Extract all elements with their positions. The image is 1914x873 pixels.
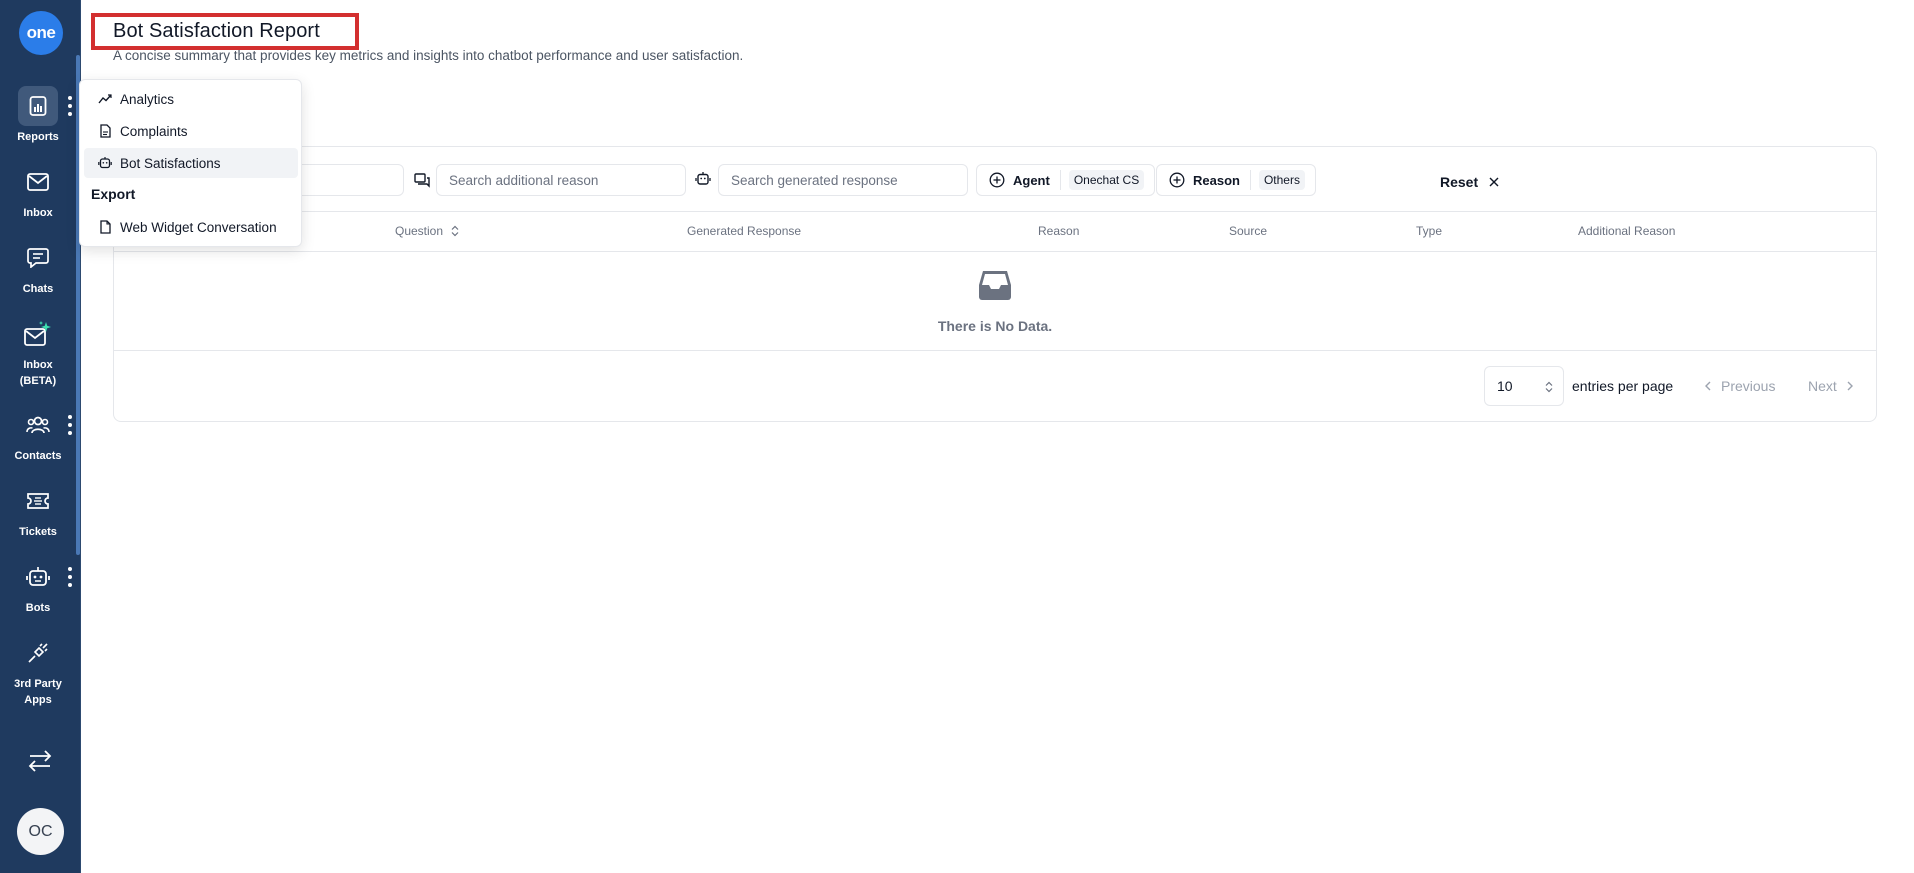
menu-item-label: Bot Satisfactions xyxy=(120,155,221,171)
sidebar-item-label: Inbox (BETA) xyxy=(19,359,57,387)
report-card: Agent Onechat CS Reason Others Reset Que… xyxy=(113,146,1877,422)
menu-item-label: Complaints xyxy=(120,123,188,139)
sidebar-item-label: Bots xyxy=(25,602,51,614)
sidebar-item-chats[interactable]: Chats xyxy=(0,238,76,297)
sidebar-item-3rd-party-apps[interactable]: 3rd Party Apps xyxy=(0,633,76,708)
avatar[interactable]: OC xyxy=(17,808,64,855)
agent-filter-value: Onechat CS xyxy=(1068,170,1145,190)
plus-circle-icon xyxy=(989,172,1013,188)
trend-line-icon xyxy=(98,92,112,106)
sidebar-item-label: Inbox xyxy=(23,207,53,219)
sidebar-item-label: Chats xyxy=(22,283,54,295)
reset-button-label: Reset xyxy=(1440,174,1479,190)
chip-divider xyxy=(1059,170,1061,190)
page-size-value: 10 xyxy=(1497,378,1513,394)
column-header-source: Source xyxy=(1229,224,1268,238)
column-header-additional-reason: Additional Reason xyxy=(1578,224,1676,238)
robot-icon xyxy=(98,156,112,170)
chevron-left-icon xyxy=(1701,379,1715,393)
mail-sparkle-icon xyxy=(23,320,53,348)
sidebar-item-reports[interactable]: Reports xyxy=(0,86,76,145)
menu-item-web-widget-conversation[interactable]: Web Widget Conversation xyxy=(84,212,298,242)
next-page-label: Next xyxy=(1808,378,1837,394)
switch-arrows-icon[interactable] xyxy=(27,750,53,772)
menu-item-complaints[interactable]: Complaints xyxy=(84,116,298,146)
sidebar: one Reports Inbox Chats Inbox (BETA) Con… xyxy=(0,0,81,873)
reason-filter-chip[interactable]: Reason Others xyxy=(1156,164,1316,196)
chip-divider xyxy=(1249,170,1251,190)
column-header-label: Question xyxy=(395,224,444,238)
agent-filter-chip[interactable]: Agent Onechat CS xyxy=(976,164,1156,196)
column-header-generated-response: Generated Response xyxy=(687,224,802,238)
page-size-select[interactable]: 10 xyxy=(1484,366,1564,406)
additional-reason-search-input[interactable] xyxy=(436,164,686,196)
agent-filter-label: Agent xyxy=(1013,172,1050,188)
chevron-right-icon xyxy=(1843,379,1857,393)
reset-button[interactable]: Reset xyxy=(1440,171,1500,193)
table-footer-divider xyxy=(114,350,1876,351)
reports-more-icon[interactable] xyxy=(68,96,72,116)
generated-response-search-input[interactable] xyxy=(718,164,968,196)
contacts-more-icon[interactable] xyxy=(68,415,72,435)
empty-state-text: There is No Data. xyxy=(937,318,1053,334)
sidebar-item-tickets[interactable]: Tickets xyxy=(0,481,76,540)
sidebar-item-contacts[interactable]: Contacts xyxy=(0,405,76,464)
document-icon xyxy=(98,220,112,234)
robot-icon xyxy=(695,171,711,187)
app-logo[interactable]: one xyxy=(19,11,63,55)
column-header-type: Type xyxy=(1416,224,1443,238)
previous-page-button[interactable]: Previous xyxy=(1701,378,1775,394)
menu-item-label: Web Widget Conversation xyxy=(120,219,277,235)
plug-icon xyxy=(27,642,49,664)
users-icon xyxy=(26,415,50,435)
sidebar-item-label: Contacts xyxy=(14,450,62,462)
robot-icon xyxy=(26,566,50,588)
sort-icon[interactable] xyxy=(443,225,459,237)
sidebar-item-label: Reports xyxy=(17,131,59,143)
plus-circle-icon xyxy=(1169,172,1193,188)
reason-filter-label: Reason xyxy=(1193,172,1240,188)
message-square-icon xyxy=(414,172,430,188)
menu-item-bot-satisfactions[interactable]: Bot Satisfactions xyxy=(84,148,298,178)
next-page-button[interactable]: Next xyxy=(1808,378,1857,394)
previous-page-label: Previous xyxy=(1721,378,1776,394)
column-header-question[interactable]: Question xyxy=(395,224,459,238)
reason-filter-value: Others xyxy=(1258,170,1305,190)
column-header-reason: Reason xyxy=(1038,224,1080,238)
sidebar-item-label: Tickets xyxy=(19,526,57,538)
menu-item-label: Analytics xyxy=(120,91,175,107)
reports-dropdown-menu: Analytics Complaints Bot Satisfactions E… xyxy=(79,79,302,247)
table-header: Question Generated Response Reason Sourc… xyxy=(114,211,1876,252)
sidebar-item-inbox-beta[interactable]: Inbox (BETA) xyxy=(0,314,76,389)
sidebar-item-inbox[interactable]: Inbox xyxy=(0,162,76,221)
document-icon xyxy=(98,124,112,138)
chat-bubble-icon xyxy=(27,248,49,268)
bots-more-icon[interactable] xyxy=(68,567,72,587)
menu-section-export: Export xyxy=(91,186,136,202)
page-subtitle: A concise summary that provides key metr… xyxy=(113,48,744,63)
entries-per-page-label: entries per page xyxy=(1572,378,1674,394)
close-icon xyxy=(1478,176,1500,188)
bar-chart-icon xyxy=(29,96,47,116)
sidebar-item-bots[interactable]: Bots xyxy=(0,557,76,616)
inbox-tray-icon xyxy=(977,269,1013,301)
page-title: Bot Satisfaction Report xyxy=(113,20,320,42)
sidebar-item-label: 3rd Party Apps xyxy=(14,678,62,706)
menu-item-analytics[interactable]: Analytics xyxy=(84,84,298,114)
mail-icon xyxy=(27,173,49,191)
ticket-icon xyxy=(26,492,50,510)
